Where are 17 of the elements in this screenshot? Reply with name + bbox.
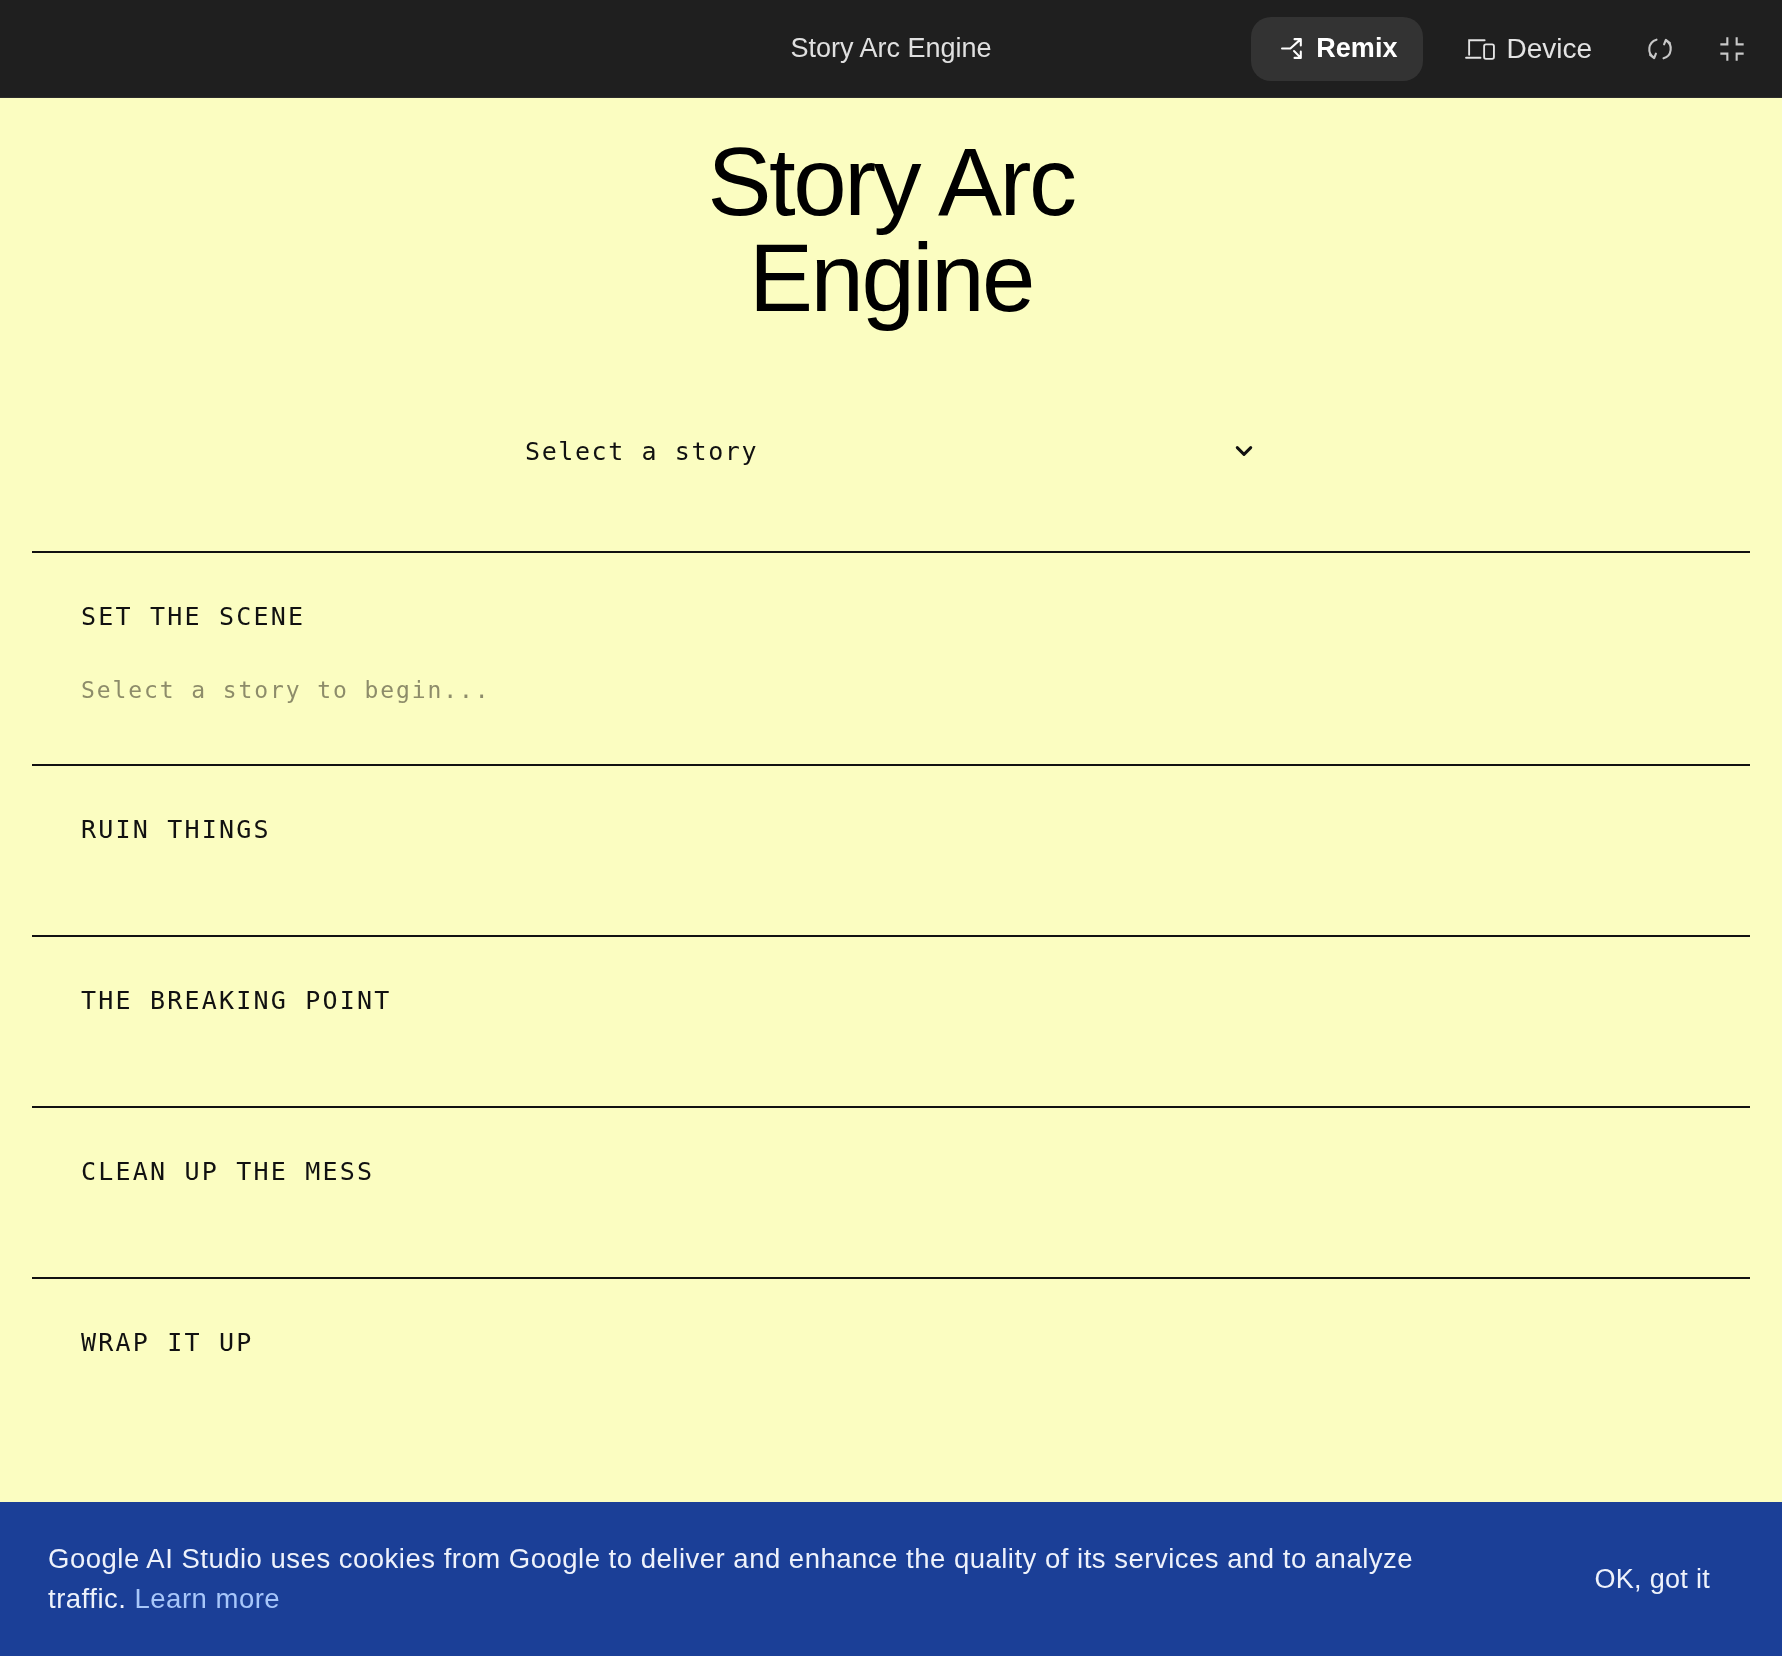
app-title: Story Arc Engine — [790, 33, 992, 64]
cookie-notice-text: Google AI Studio uses cookies from Google to deliver and enhance the quality of its services and to analyze traffic. Learn more — [48, 1542, 1415, 1616]
learn-more-link[interactable]: Learn more — [134, 1583, 281, 1614]
exit-fullscreen-icon — [1718, 34, 1746, 63]
devices-icon — [1465, 36, 1497, 61]
ok-got-it-button[interactable]: OK, got it — [1578, 1553, 1726, 1605]
section-heading: SET THE SCENE — [81, 602, 307, 632]
empty-state-text: Select a story to begin... — [81, 676, 492, 705]
section-heading: THE BREAKING POINT — [81, 986, 393, 1016]
section-heading: RUIN THINGS — [81, 815, 272, 845]
story-select[interactable]: Select a story — [511, 421, 1271, 481]
page-heading: Story Arc Engine — [706, 127, 1076, 333]
chevron-down-icon — [1235, 445, 1253, 457]
section-heading: CLEAN UP THE MESS — [81, 1157, 376, 1187]
section-heading: WRAP IT UP — [81, 1328, 255, 1358]
remix-button[interactable]: Remix — [1251, 16, 1424, 81]
device-button[interactable]: Device — [1435, 16, 1618, 81]
